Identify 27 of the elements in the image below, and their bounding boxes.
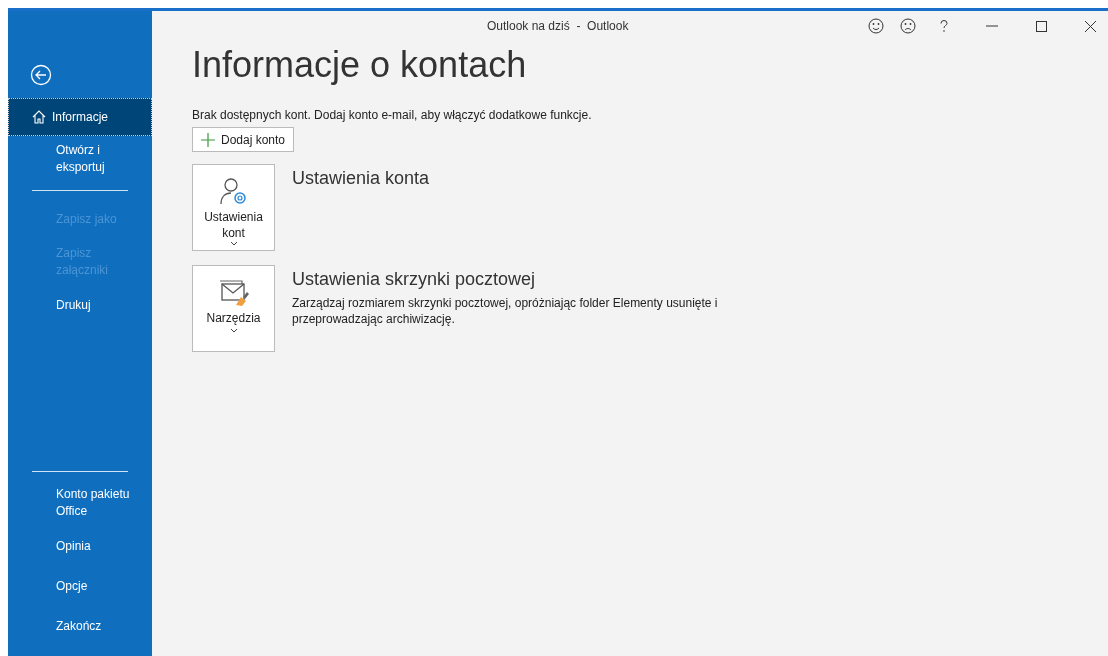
add-account-button[interactable]: Dodaj konto xyxy=(192,127,295,152)
section-description: Zarządzaj rozmiarem skrzynki pocztowej, opróżniając folder Elementy usunięte i przeprowadzając archiwizację. xyxy=(292,295,719,327)
sidebar-item[interactable]: Opcje xyxy=(8,566,152,606)
home-icon xyxy=(32,110,46,124)
section-title: Ustawienia konta xyxy=(292,167,430,190)
plus-icon xyxy=(201,132,215,147)
person-gear-icon xyxy=(218,177,249,207)
sidebar-item[interactable]: Otwórz i eksportuj xyxy=(8,136,152,182)
maximize-icon[interactable] xyxy=(1036,20,1047,32)
sidebar-item[interactable]: Zakończ xyxy=(8,606,152,646)
sidebar-item[interactable]: Opinia xyxy=(8,526,152,566)
chevron-down-icon xyxy=(229,328,238,333)
envelope-brush-icon xyxy=(217,278,250,308)
smiley-icon[interactable] xyxy=(868,18,884,34)
tools-button[interactable]: Narzędzia xyxy=(192,265,275,352)
help-icon[interactable] xyxy=(940,20,948,32)
notice-text: Brak dostępnych kont. Dodaj konto e-mail, aby włączyć dodatkowe funkcje. xyxy=(192,107,593,124)
section-title: Ustawienia skrzynki pocztowej xyxy=(292,268,537,291)
chevron-down-icon xyxy=(229,241,238,246)
sidebar-item[interactable]: Konto pakietu Office xyxy=(8,480,152,526)
sidebar-item[interactable]: Drukuj xyxy=(8,285,152,325)
account-settings-button[interactable]: Ustawienia kont xyxy=(192,164,275,251)
sidebar-item[interactable]: Informacje xyxy=(8,98,152,136)
frown-icon[interactable] xyxy=(900,18,916,34)
close-icon[interactable] xyxy=(1085,20,1096,32)
window-title: Outlook na dziś - Outlook xyxy=(487,18,629,35)
page-title: Informacje o kontach xyxy=(192,43,528,87)
